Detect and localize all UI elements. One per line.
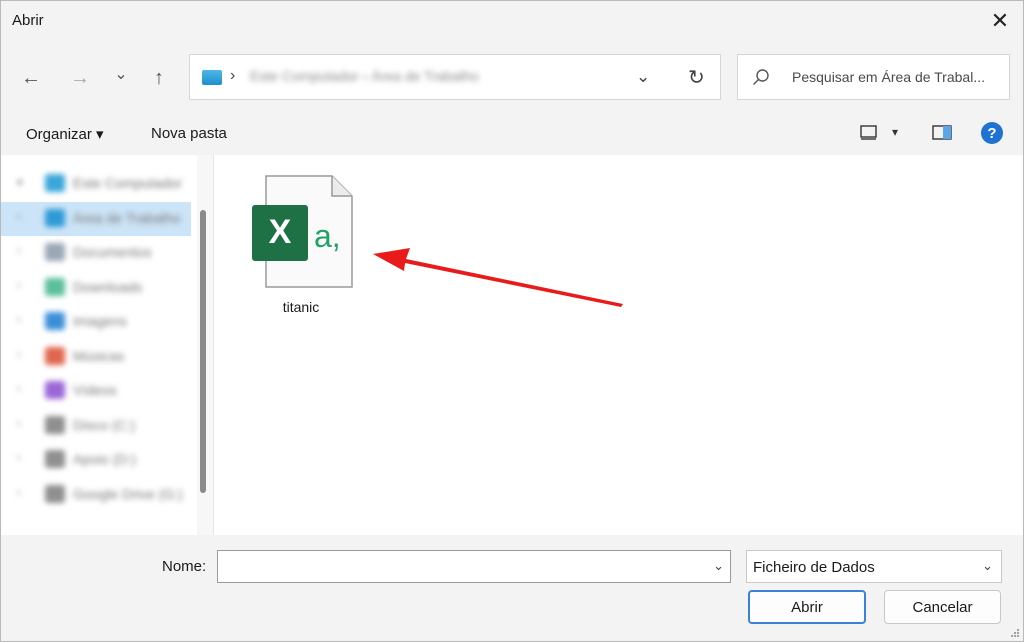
folder-icon [45,208,65,227]
expand-arrow-icon[interactable]: › [17,452,21,464]
folder-icon [45,450,65,468]
view-mode-icon[interactable] [860,125,877,140]
folder-icon [45,415,65,434]
expand-arrow-icon[interactable]: ▾ [17,176,23,189]
refresh-icon[interactable]: ↻ [688,65,705,90]
address-path[interactable]: Este Computador › Área de Trabalho [250,68,479,84]
folder-icon [45,484,65,503]
expand-arrow-icon[interactable]: › [17,245,21,257]
dialog-title: Abrir [12,12,44,29]
sidebar-item-label: Imagens [73,313,127,329]
address-dropdown-icon[interactable]: ⌄ [636,67,650,87]
sidebar-item-content: › Músicas [1,340,191,374]
sidebar-item-content: › Área de Trabalho [1,202,191,236]
sidebar-item-label: Área de Trabalho [73,209,181,226]
chevron-down-icon[interactable]: ⌄ [982,558,993,574]
title-bar: Abrir ✕ [1,1,1023,41]
content-area: ▾ Este Computador › Área de Trabalho › Docume… [1,155,1023,535]
file-type-select[interactable]: Ficheiro de Dados ⌄ [746,550,1002,583]
file-type-value: Ficheiro de Dados [753,559,875,576]
recent-locations-button[interactable]: ⌄ [106,61,136,87]
expand-arrow-icon[interactable]: › [17,383,21,395]
file-item-titanic[interactable]: X a, titanic [246,169,356,319]
sidebar-item-content: › Apoio (D:) [1,443,191,477]
address-bar[interactable]: › Este Computador › Área de Trabalho ⌄ ↻ [189,54,721,100]
forward-button[interactable]: → [65,65,95,91]
open-file-dialog: Abrir ✕ ← → ⌄ ↑ › Este Computador › Área… [0,0,1024,642]
sidebar-item[interactable]: › Área de Trabalho [1,201,191,236]
expand-arrow-icon[interactable]: › [17,211,21,223]
search-icon [753,69,769,85]
folder-icon [45,346,65,365]
command-bar: Organizar ▾ Nova pasta ▾ ? [1,113,1023,155]
sidebar-item-content: › Imagens [1,305,191,339]
sidebar-item-label: Músicas [73,347,125,364]
file-list: X a, titanic [214,155,1023,535]
excel-letter: X [269,213,292,251]
folder-icon [45,381,65,399]
folder-icon [45,243,65,261]
sidebar-item-content: › Documentos [1,236,191,270]
search-box[interactable]: Pesquisar em Área de Trabal... [737,54,1010,100]
expand-arrow-icon[interactable]: › [17,418,21,430]
back-button[interactable]: ← [16,65,46,91]
close-button[interactable]: ✕ [977,1,1023,41]
csv-suffix: a, [314,218,341,254]
excel-csv-icon: X a, [252,175,353,288]
sidebar-item-content: › Disco (C:) [1,409,191,443]
help-icon[interactable]: ? [981,122,1003,144]
folder-icon [45,312,65,330]
sidebar-item-content: ▾ Este Computador [1,167,191,201]
folder-icon [202,70,222,85]
search-placeholder: Pesquisar em Área de Trabal... [792,69,985,85]
address-separator: › [230,67,236,84]
sidebar-item-label: Este Computador [73,175,182,191]
chevron-down-icon[interactable]: ⌄ [713,558,724,574]
sidebar-item-label: Vídeos [73,382,117,398]
expand-arrow-icon[interactable]: › [17,487,21,499]
sidebar-item-label: Documentos [73,244,152,260]
cancel-button[interactable]: Cancelar [884,590,1001,624]
view-dropdown-icon[interactable]: ▾ [892,125,898,139]
expand-arrow-icon[interactable]: › [17,314,21,326]
folder-icon [45,277,65,296]
file-name-label: Nome: [162,558,207,575]
sidebar-item-label: Downloads [73,278,143,295]
sidebar-item[interactable]: › Disco (C:) [1,409,191,443]
resize-grip-icon[interactable] [1010,628,1020,638]
navigation-bar: ← → ⌄ ↑ › Este Computador › Área de Trab… [1,41,1023,113]
sidebar-item-label: Google Drive (G:) [73,485,183,502]
sidebar-item[interactable]: › Downloads [1,271,191,305]
sidebar-item-content: › Downloads [1,271,191,305]
expand-arrow-icon[interactable]: › [17,280,21,292]
expand-arrow-icon[interactable]: › [17,349,21,361]
sidebar-scrollbar-thumb[interactable] [200,210,206,493]
sidebar-item[interactable]: › Google Drive (G:) [1,478,191,512]
sidebar-item[interactable]: › Documentos [1,236,191,270]
sidebar-item[interactable]: › Imagens [1,305,191,339]
preview-pane-icon[interactable] [932,125,952,140]
sidebar-item[interactable]: › Apoio (D:) [1,443,191,477]
sidebar-item-content: › Vídeos [1,374,191,408]
navigation-pane: ▾ Este Computador › Área de Trabalho › Docume… [1,155,197,535]
sidebar-item-label: Apoio (D:) [73,451,137,467]
sidebar-item[interactable]: › Músicas [1,340,191,374]
sidebar-item[interactable]: ▾ Este Computador [1,167,191,201]
open-button[interactable]: Abrir [748,590,866,624]
up-button[interactable]: ↑ [144,65,174,91]
file-name: titanic [282,299,320,315]
dialog-footer: Nome: ⌄ Ficheiro de Dados ⌄ Abrir Cancel… [1,535,1023,641]
folder-icon [45,174,65,192]
organize-button[interactable]: Organizar ▾ [26,125,104,143]
new-folder-button[interactable]: Nova pasta [151,125,227,142]
file-name-input[interactable]: ⌄ [217,550,731,583]
sidebar-item-label: Disco (C:) [73,416,136,433]
sidebar-item-content: › Google Drive (G:) [1,478,191,512]
sidebar-item[interactable]: › Vídeos [1,374,191,408]
